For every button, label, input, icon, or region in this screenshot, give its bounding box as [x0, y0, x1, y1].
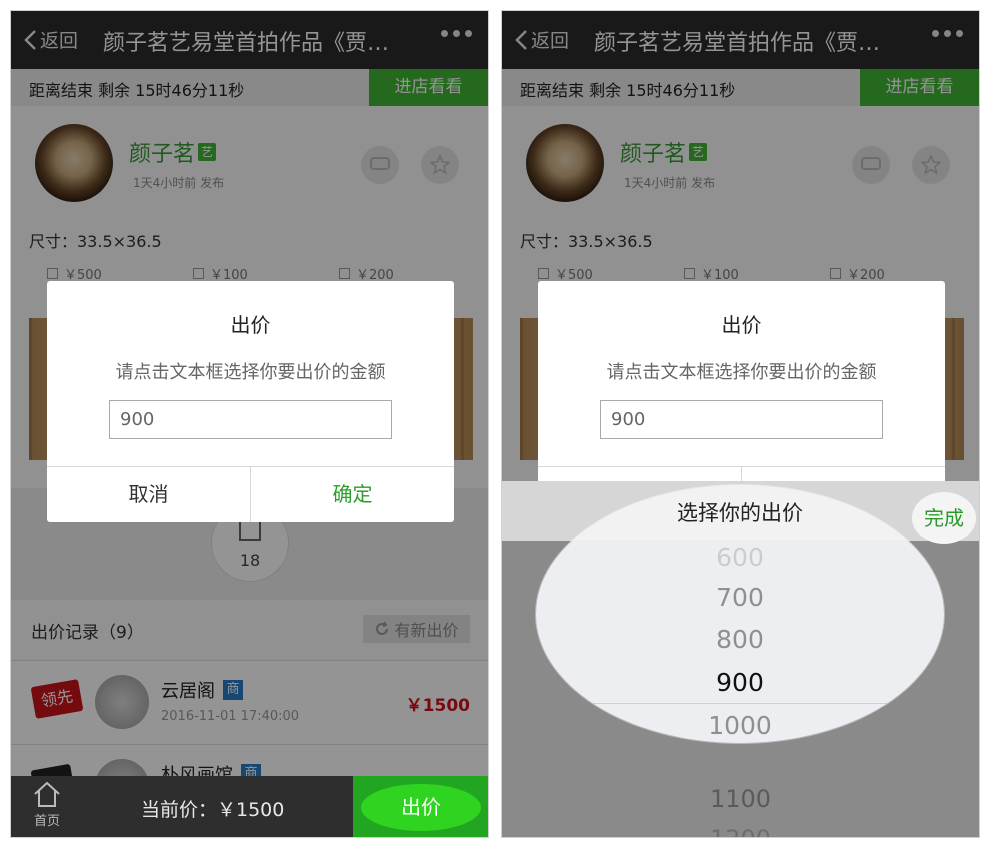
dialog-actions: 取消 确定	[47, 466, 454, 522]
bid-zone: 出价	[353, 776, 488, 837]
home-label: 首页	[33, 814, 60, 829]
picker-option[interactable]: 1100	[502, 785, 979, 813]
done-button[interactable]: 完成	[912, 492, 976, 544]
home-icon	[34, 781, 60, 807]
left-screenshot: 返回 颜子茗艺易堂首拍作品《贾… 距离结束 剩余 15时46分11秒 进店看看 …	[10, 10, 489, 838]
picker-option-selected[interactable]: 900	[536, 668, 944, 697]
bid-button[interactable]: 出价	[361, 784, 481, 831]
bottom-bar: 首页 当前价：￥1500 出价	[11, 776, 488, 837]
cancel-button[interactable]: 取消	[47, 467, 251, 522]
bid-dialog: 出价 请点击文本框选择你要出价的金额 900 取消 确定	[47, 281, 454, 522]
dialog-message: 请点击文本框选择你要出价的金额	[606, 362, 877, 383]
confirm-button[interactable]: 确定	[251, 467, 454, 522]
home-tab[interactable]: 首页	[29, 780, 65, 829]
bid-amount-input[interactable]: 900	[109, 400, 392, 439]
picker-option[interactable]: 800	[536, 625, 944, 654]
dialog-title: 出价	[721, 313, 762, 337]
picker-option[interactable]: 700	[536, 583, 944, 612]
picker-option[interactable]: 1200	[502, 825, 979, 837]
selection-line	[536, 703, 944, 704]
picker-title: 选择你的出价	[677, 501, 803, 525]
picker-option[interactable]: 1000	[536, 711, 944, 740]
current-price: 当前价：￥1500	[141, 799, 285, 821]
picker-option[interactable]: 600	[536, 543, 944, 572]
right-screenshot: 返回 颜子茗艺易堂首拍作品《贾… 距离结束 剩余 15时46分11秒 进店看看 …	[501, 10, 980, 838]
picker-magnified-view: 选择你的出价 600 700 800 900 1000	[536, 485, 944, 743]
dialog-message: 请点击文本框选择你要出价的金额	[115, 362, 386, 383]
dialog-title: 出价	[230, 313, 271, 337]
bid-amount-input[interactable]: 900	[600, 400, 883, 439]
